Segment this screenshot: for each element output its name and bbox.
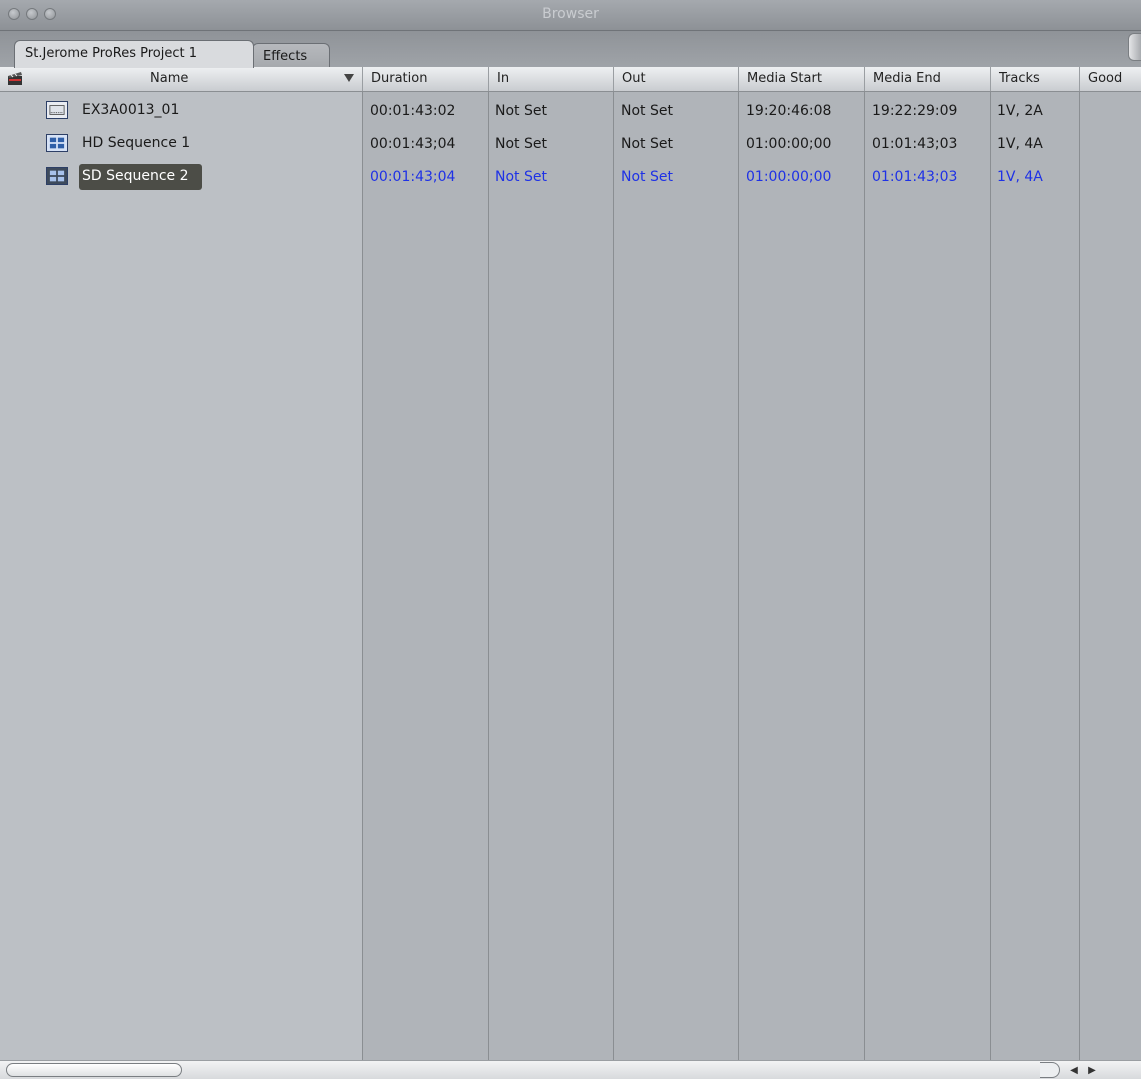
clapperboard-icon[interactable] [6, 69, 24, 87]
row-media-start: 01:00:00;00 [746, 136, 832, 152]
row-out: Not Set [621, 169, 673, 185]
media-start-column [739, 92, 865, 1060]
row-name: HD Sequence 1 [82, 135, 191, 151]
row-duration: 00:01:43;04 [370, 136, 456, 152]
row-media-start: 19:20:46:08 [746, 103, 832, 119]
in-column [489, 92, 614, 1060]
tab-project[interactable]: St.Jerome ProRes Project 1 [14, 40, 254, 68]
tab-strip-resize-handle[interactable] [1128, 33, 1141, 61]
column-header-media-start[interactable]: Media Start [739, 67, 865, 91]
row-duration: 00:01:43;04 [370, 169, 456, 185]
row-out: Not Set [621, 136, 673, 152]
window-title: Browser [542, 6, 599, 22]
column-header-tracks[interactable]: Tracks [991, 67, 1080, 91]
media-end-column [865, 92, 991, 1060]
sort-descending-icon[interactable] [344, 74, 354, 82]
tab-effects[interactable]: Effects [252, 43, 330, 69]
horizontal-scrollbar[interactable]: ◀ ▶ [0, 1060, 1141, 1079]
row-out: Not Set [621, 103, 673, 119]
duration-column [363, 92, 489, 1060]
row-media-end: 01:01:43;03 [872, 169, 958, 185]
column-header-row: Name Duration In Out Media Start Media E… [0, 67, 1141, 92]
column-header-out[interactable]: Out [614, 67, 739, 91]
row-media-end: 19:22:29:09 [872, 103, 958, 119]
sequence-icon [46, 167, 68, 185]
tracks-column [991, 92, 1080, 1060]
row-tracks: 1V, 4A [997, 169, 1043, 185]
row-media-end: 01:01:43;03 [872, 136, 958, 152]
row-media-start: 01:00:00;00 [746, 169, 832, 185]
sequence-icon [46, 134, 68, 152]
column-header-media-end[interactable]: Media End [865, 67, 991, 91]
row-tracks: 1V, 2A [997, 103, 1043, 119]
row-in: Not Set [495, 136, 547, 152]
browser-window: Browser St.Jerome ProRes Project 1 Effec… [0, 0, 1141, 1079]
title-bar[interactable]: Browser [0, 0, 1141, 31]
row-tracks: 1V, 4A [997, 136, 1043, 152]
row-in: Not Set [495, 103, 547, 119]
clip-icon [46, 101, 68, 119]
tab-strip: St.Jerome ProRes Project 1 Effects [0, 31, 1141, 69]
row-in: Not Set [495, 169, 547, 185]
out-column [614, 92, 739, 1060]
scroll-left-arrow-icon[interactable]: ◀ [1066, 1063, 1082, 1078]
column-header-in[interactable]: In [489, 67, 614, 91]
good-column [1080, 92, 1141, 1060]
row-name: EX3A0013_01 [82, 102, 180, 118]
scrollbar-thumb[interactable] [6, 1063, 182, 1077]
name-column [0, 92, 363, 1060]
scroll-right-arrow-icon[interactable]: ▶ [1084, 1063, 1100, 1078]
row-name[interactable]: SD Sequence 2 [82, 166, 189, 186]
scrollbar-track-end [1040, 1062, 1060, 1078]
row-duration: 00:01:43:02 [370, 103, 456, 119]
column-header-duration[interactable]: Duration [363, 67, 489, 91]
column-header-good[interactable]: Good [1080, 67, 1141, 91]
column-label-name: Name [150, 71, 189, 86]
column-header-name[interactable]: Name [0, 67, 363, 91]
